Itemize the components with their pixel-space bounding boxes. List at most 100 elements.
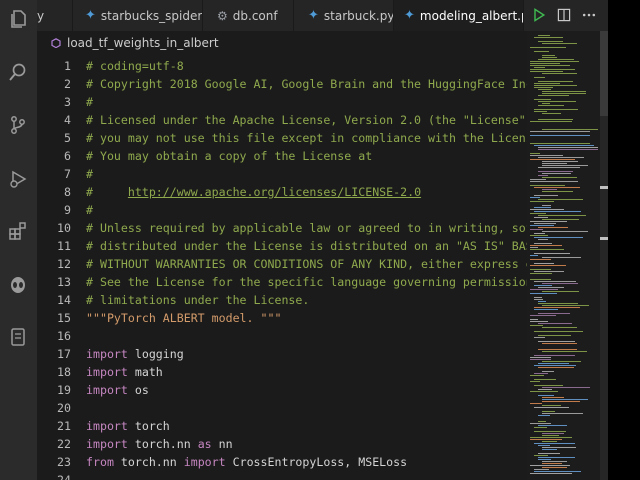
explorer-icon[interactable] <box>7 8 29 30</box>
minimap-line <box>530 197 540 198</box>
minimap-line <box>530 247 538 248</box>
split-editor-button[interactable] <box>554 5 574 25</box>
line-number: 18 <box>57 365 71 379</box>
minimap-line <box>542 219 579 220</box>
minimap-line <box>534 83 560 84</box>
code-token: from <box>86 455 114 469</box>
minimap-line <box>538 119 573 120</box>
tab-db-conf[interactable]: ⚙ db.conf <box>203 0 294 31</box>
code-line[interactable]: 4 # Licensed under the Apache License, Ve… <box>37 111 527 129</box>
code-line[interactable]: 9 # <box>37 201 527 219</box>
code-line[interactable]: 2 # Copyright 2018 Google AI, Google Brai… <box>37 75 527 93</box>
code-line[interactable]: 11 # distributed under the License is dis… <box>37 237 527 255</box>
code-editor[interactable]: 1 # coding=utf-8 2 # Copyright 2018 Google … <box>37 54 527 480</box>
minimap-line <box>534 337 545 338</box>
minimap[interactable] <box>527 31 600 480</box>
minimap-line <box>538 335 571 336</box>
code-token: torch <box>127 419 170 433</box>
tab-modeling-albert[interactable]: ✦ modeling_albert.py × <box>394 0 524 31</box>
source-control-icon[interactable] <box>7 114 29 136</box>
code-line[interactable]: 3 # <box>37 93 527 111</box>
tab-bar: y ✦ starbucks_spider.py ⚙ db.conf ✦ star… <box>37 0 608 31</box>
minimap-line <box>530 65 570 66</box>
minimap-line <box>538 59 574 60</box>
minimap-line <box>534 355 575 356</box>
code-line[interactable]: 16 <box>37 327 527 345</box>
code-token: # <box>86 167 93 181</box>
line-number: 11 <box>57 239 71 253</box>
minimap-line <box>538 313 570 314</box>
tab-starbucks-spider[interactable]: ✦ starbucks_spider.py <box>73 0 203 31</box>
code-line[interactable]: 20 <box>37 399 527 417</box>
code-link[interactable]: http://www.apache.org/licenses/LICENSE-2… <box>128 185 421 199</box>
scrollbar-thumb[interactable] <box>600 31 608 116</box>
minimap-line <box>542 399 588 400</box>
breadcrumb[interactable]: load_tf_weights_in_albert <box>37 31 527 54</box>
code-token: # You may obtain a copy of the License a… <box>86 149 373 163</box>
vertical-scrollbar[interactable] <box>600 31 608 480</box>
minimap-line <box>538 157 584 158</box>
code-text: # coding=utf-8 <box>86 57 184 75</box>
minimap-line <box>530 321 548 322</box>
code-line[interactable]: 23 from torch.nn import CrossEntropyLoss,… <box>37 453 527 471</box>
minimap-line <box>530 69 575 70</box>
line-number: 9 <box>64 203 71 217</box>
code-line[interactable]: 8 # http://www.apache.org/licenses/LICENS… <box>37 183 527 201</box>
remote-explorer-icon[interactable] <box>7 326 29 348</box>
code-line[interactable]: 13 # See the License for the specific lan… <box>37 273 527 291</box>
code-line[interactable]: 22 import torch.nn as nn <box>37 435 527 453</box>
minimap-line <box>534 299 543 300</box>
minimap-line <box>534 379 556 380</box>
scrollbar-marker <box>600 186 608 189</box>
code-line[interactable]: 14 # limitations under the License. <box>37 291 527 309</box>
line-number: 23 <box>57 455 71 469</box>
code-line[interactable]: 18 import math <box>37 363 527 381</box>
line-number: 2 <box>64 77 71 91</box>
run-debug-icon[interactable] <box>7 168 29 190</box>
code-line[interactable]: 7 # <box>37 165 527 183</box>
extensions-icon[interactable] <box>7 220 29 242</box>
code-line[interactable]: 12 # WITHOUT WARRANTIES OR CONDITIONS OF … <box>37 255 527 273</box>
code-line[interactable]: 10 # Unless required by applicable law or… <box>37 219 527 237</box>
minimap-line <box>542 91 586 92</box>
tab-starbuck[interactable]: ✦ starbuck.py <box>294 0 394 31</box>
run-button[interactable] <box>529 5 549 25</box>
minimap-line <box>542 165 588 166</box>
minimap-line <box>542 161 578 162</box>
tab-partial[interactable]: y <box>37 0 73 31</box>
minimap-line <box>530 153 540 154</box>
minimap-line <box>534 51 549 52</box>
minimap-line <box>530 439 562 440</box>
code-line[interactable]: 1 # coding=utf-8 <box>37 57 527 75</box>
code-line[interactable]: 21 import torch <box>37 417 527 435</box>
code-line[interactable]: 19 import os <box>37 381 527 399</box>
minimap-line <box>538 287 564 288</box>
minimap-line <box>530 357 551 358</box>
minimap-line <box>542 55 555 56</box>
code-token: torch.nn <box>113 455 184 469</box>
code-line[interactable]: 17 import logging <box>37 345 527 363</box>
code-line[interactable]: 5 # you may not use this file except in c… <box>37 129 527 147</box>
minimap-line <box>538 149 598 150</box>
minimap-line <box>534 211 581 212</box>
code-line[interactable]: 6 # You may obtain a copy of the License … <box>37 147 527 165</box>
minimap-line <box>534 243 552 244</box>
minimap-line <box>542 129 598 130</box>
code-line[interactable]: 15 """PyTorch ALBERT model. """ <box>37 309 527 327</box>
tab-label: starbucks_spider.py <box>100 8 202 23</box>
minimap-line <box>538 303 578 304</box>
minimap-line <box>534 233 545 234</box>
minimap-line <box>534 217 548 218</box>
code-text: # Licensed under the Apache License, Ver… <box>86 111 527 129</box>
minimap-line <box>542 461 567 462</box>
minimap-line <box>542 43 577 44</box>
more-actions-button[interactable] <box>579 5 599 25</box>
minimap-line <box>530 265 566 266</box>
code-text: # distributed under the License is distr… <box>86 237 527 255</box>
code-line[interactable]: 24 <box>37 471 527 480</box>
minimap-line <box>542 177 577 178</box>
search-icon[interactable] <box>7 61 29 83</box>
python-file-icon: ✦ <box>308 8 319 23</box>
alien-icon[interactable] <box>7 274 29 296</box>
minimap-line <box>530 437 572 438</box>
